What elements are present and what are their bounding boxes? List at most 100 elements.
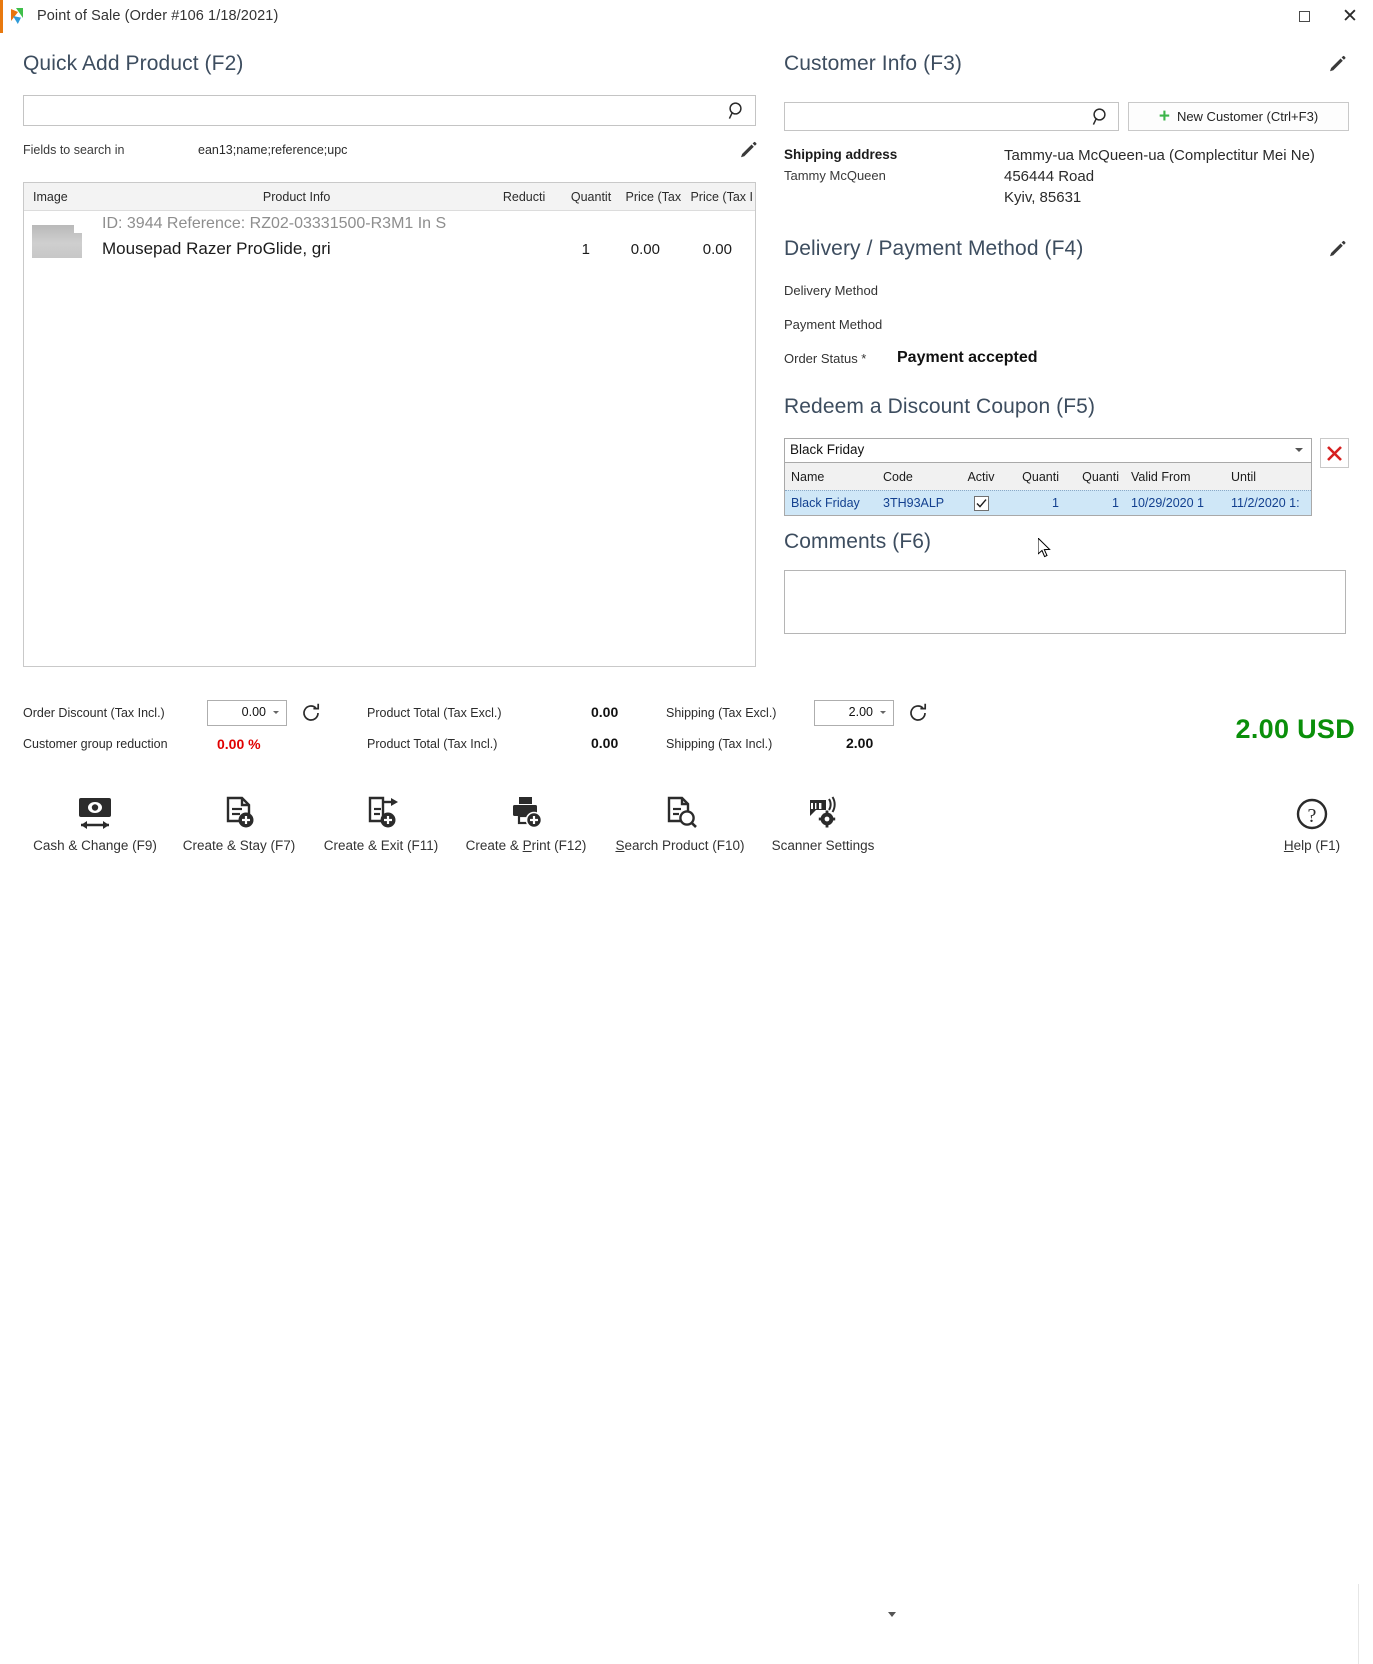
- column-header-reduction[interactable]: Reducti: [471, 190, 549, 204]
- comments-box[interactable]: [784, 570, 1346, 634]
- customer-info-heading: Customer Info (F3): [784, 52, 962, 75]
- customer-search-input[interactable]: [790, 103, 1090, 130]
- new-customer-button[interactable]: + New Customer (Ctrl+F3): [1128, 102, 1349, 131]
- column-header-active[interactable]: Activ: [957, 470, 1005, 484]
- checkbox-checked-icon[interactable]: [974, 496, 989, 511]
- help-button[interactable]: ? Help (F1): [1272, 792, 1352, 853]
- product-name-text: Mousepad Razer ProGlide, gri: [102, 239, 331, 259]
- pencil-icon[interactable]: [1327, 54, 1349, 76]
- window-controls: ✕: [1281, 0, 1373, 33]
- customer-search-box[interactable]: [784, 102, 1119, 131]
- product-total-incl-label: Product Total (Tax Incl.): [367, 737, 497, 751]
- search-icon: [1091, 107, 1111, 132]
- scanner-settings-button[interactable]: Scanner Settings: [760, 792, 886, 853]
- close-icon: ✕: [1342, 7, 1358, 26]
- product-reference-text: ID: 3944 Reference: RZ02-03331500-R3M1 I…: [102, 215, 446, 233]
- group-reduction-row: Customer group reduction 0.00 %: [23, 733, 353, 764]
- payment-method-row: Payment Method: [784, 317, 1349, 351]
- scanner-settings-label: Scanner Settings: [760, 838, 886, 853]
- product-search-input[interactable]: [30, 96, 720, 125]
- column-header-quantity-per-user[interactable]: Quanti: [1065, 470, 1125, 484]
- column-header-until[interactable]: Until: [1225, 470, 1311, 484]
- comments-textarea[interactable]: [785, 571, 1345, 633]
- coupon-valid-from-cell: 10/29/2020 1: [1125, 496, 1225, 510]
- app-leaf-icon: [10, 7, 28, 25]
- shipping-address-lines: Tammy-ua McQueen-ua (Complectitur Mei Ne…: [1004, 145, 1315, 208]
- customer-info-header: Customer Info (F3): [784, 52, 1349, 82]
- help-question-icon: ?: [1272, 792, 1352, 838]
- refresh-discount-button[interactable]: [300, 702, 322, 727]
- bottom-toolbar: Cash & Change (F9) Create & Stay (F7): [0, 788, 1373, 883]
- pencil-icon[interactable]: [1327, 239, 1349, 261]
- right-panel: Customer Info (F3) + New Customer (Ctrl+…: [784, 52, 1349, 634]
- order-status-label: Order Status *: [784, 351, 866, 366]
- column-header-image[interactable]: Image: [24, 190, 122, 204]
- grand-total-value: 2.00 USD: [1236, 714, 1355, 745]
- create-and-print-button[interactable]: Create & Print (F12): [452, 792, 600, 853]
- window-title-bar: Point of Sale (Order #106 1/18/2021) ✕: [0, 0, 1373, 33]
- product-thumbnail: [32, 225, 82, 258]
- address-line: 456444 Road: [1004, 166, 1315, 187]
- chevron-down-icon[interactable]: [1295, 448, 1303, 452]
- new-customer-label: New Customer (Ctrl+F3): [1177, 109, 1318, 124]
- fields-to-search-value: ean13;name;reference;upc: [198, 143, 347, 157]
- column-header-code[interactable]: Code: [877, 470, 957, 484]
- chevron-down-icon[interactable]: [273, 711, 279, 714]
- create-and-exit-button[interactable]: Create & Exit (F11): [310, 792, 452, 853]
- product-total-excl-value: 0.00: [591, 704, 618, 720]
- search-product-label: Search Product (F10): [600, 838, 760, 853]
- column-header-quantity[interactable]: Quanti: [1005, 470, 1065, 484]
- shipping-excl-row: Shipping (Tax Excl.) 2.00: [666, 702, 946, 733]
- order-discount-value: 0.00: [242, 705, 266, 719]
- refresh-shipping-button[interactable]: [907, 702, 929, 727]
- product-table[interactable]: Image Product Info Reducti Quantit Price…: [23, 182, 756, 667]
- column-header-product-info[interactable]: Product Info: [122, 190, 472, 204]
- column-header-quantity[interactable]: Quantit: [549, 190, 615, 204]
- product-search-box[interactable]: [23, 95, 756, 126]
- product-table-header: Image Product Info Reducti Quantit Price…: [24, 183, 755, 211]
- delivery-method-label: Delivery Method: [784, 283, 878, 298]
- create-and-print-label: Create & Print (F12): [452, 838, 600, 853]
- maximize-button[interactable]: [1281, 0, 1327, 33]
- close-button[interactable]: ✕: [1327, 0, 1373, 33]
- delete-coupon-button[interactable]: [1320, 438, 1349, 468]
- coupon-header: Redeem a Discount Coupon (F5): [784, 395, 1349, 427]
- search-product-button[interactable]: Search Product (F10): [600, 792, 760, 853]
- column-header-valid-from[interactable]: Valid From: [1125, 470, 1225, 484]
- shipping-incl-label: Shipping (Tax Incl.): [666, 737, 772, 751]
- search-icon: [727, 101, 747, 126]
- customer-search-row: + New Customer (Ctrl+F3): [784, 102, 1349, 131]
- product-total-incl-value: 0.00: [591, 735, 618, 751]
- cash-icon: [22, 792, 168, 838]
- quick-add-heading: Quick Add Product (F2): [23, 52, 759, 76]
- column-header-name[interactable]: Name: [785, 470, 877, 484]
- order-status-row: Order Status * Payment accepted: [784, 351, 1349, 385]
- document-add-exit-icon: [310, 792, 452, 838]
- delivery-payment-heading: Delivery / Payment Method (F4): [784, 237, 1083, 260]
- fields-to-search-row: Fields to search in ean13;name;reference…: [23, 142, 756, 164]
- product-total-excl-row: Product Total (Tax Excl.) 0.00: [367, 702, 657, 733]
- coupon-selected-value: Black Friday: [790, 442, 864, 457]
- address-line: Tammy-ua McQueen-ua (Complectitur Mei Ne…: [1004, 145, 1315, 166]
- coupon-combobox[interactable]: Black Friday: [784, 438, 1312, 463]
- shipping-excl-label: Shipping (Tax Excl.): [666, 706, 776, 720]
- order-status-value: Payment accepted: [897, 349, 1038, 367]
- product-total-column: Product Total (Tax Excl.) 0.00 Product T…: [367, 702, 657, 764]
- table-row[interactable]: Black Friday 3TH93ALP 1 1 10/29/2020 1 1…: [785, 490, 1311, 515]
- chevron-down-icon[interactable]: [880, 711, 886, 714]
- scanner-dropdown-caret-icon[interactable]: [888, 1612, 896, 1617]
- document-add-icon: [168, 792, 310, 838]
- pencil-icon[interactable]: [738, 140, 760, 162]
- shipping-stepper[interactable]: 2.00: [814, 700, 894, 726]
- create-and-stay-button[interactable]: Create & Stay (F7): [168, 792, 310, 853]
- coupon-active-cell[interactable]: [957, 496, 1005, 511]
- table-row[interactable]: ID: 3944 Reference: RZ02-03331500-R3M1 I…: [24, 211, 755, 273]
- column-header-price-tax-excl[interactable]: Price (Tax: [615, 190, 685, 204]
- column-header-price-tax-incl[interactable]: Price (Tax I: [685, 190, 755, 204]
- window-title: Point of Sale (Order #106 1/18/2021): [37, 8, 278, 24]
- cash-and-change-button[interactable]: Cash & Change (F9): [22, 792, 168, 853]
- maximize-icon: [1299, 11, 1310, 22]
- coupon-grid[interactable]: Name Code Activ Quanti Quanti Valid From…: [784, 463, 1312, 516]
- order-discount-stepper[interactable]: 0.00: [207, 700, 287, 726]
- mouse-cursor: [1038, 538, 1052, 559]
